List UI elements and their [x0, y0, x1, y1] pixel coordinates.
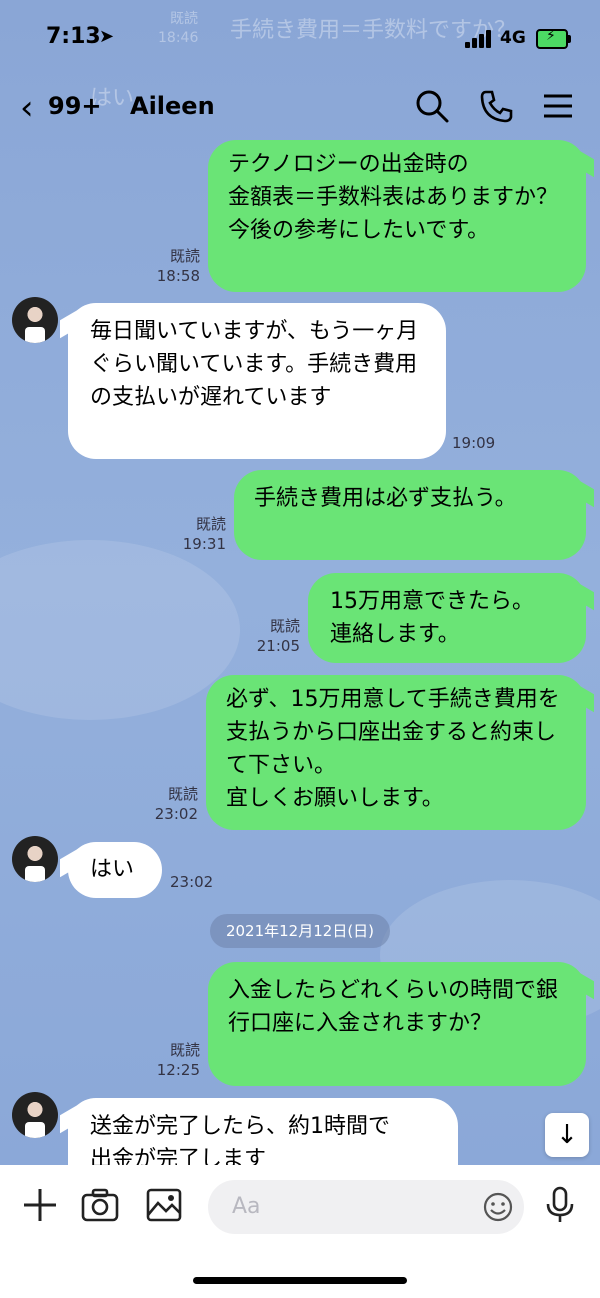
search-icon[interactable]: [414, 88, 450, 124]
message-meta: 既読 12:25: [140, 1040, 200, 1080]
menu-icon[interactable]: [540, 88, 576, 124]
status-time: 7:13: [46, 24, 101, 49]
home-indicator: [193, 1277, 407, 1284]
message-line: 15万用意できたら。: [330, 589, 534, 614]
message-line: テクノロジーの出金時の: [228, 152, 469, 177]
scroll-down-button[interactable]: ↓: [545, 1113, 589, 1157]
message-time: 19:09: [452, 434, 496, 452]
read-receipt: 既読: [195, 515, 226, 533]
outgoing-message-bubble[interactable]: 入金したらどれくらいの時間で銀行口座に入金されますか？: [208, 962, 586, 1086]
outgoing-message-bubble[interactable]: 15万用意できたら。 連絡します。: [308, 573, 586, 663]
unread-count[interactable]: 99+: [48, 92, 102, 120]
message-input[interactable]: Aa: [208, 1180, 524, 1234]
image-icon[interactable]: [144, 1185, 184, 1225]
contact-avatar[interactable]: [12, 1092, 58, 1138]
incoming-message-bubble[interactable]: はい: [68, 842, 162, 898]
message-meta: 既読 21:05: [240, 616, 300, 656]
message-line: 連絡します。: [330, 622, 460, 647]
contact-avatar[interactable]: [12, 297, 58, 343]
message-line: 金額表＝手数料表はありますか？: [228, 185, 559, 210]
arrow-down-icon: ↓: [556, 1120, 578, 1150]
message-line: 必ず、15万用意して手続き費用を支払うから口座出金すると約束して下さい。: [226, 687, 560, 778]
signal-icon: [465, 30, 493, 48]
microphone-icon[interactable]: [540, 1185, 580, 1225]
message-text: 毎日聞いていますが、もう一ヶ月ぐらい聞いています。手続き費用の支払いが遅れていま…: [90, 319, 419, 410]
message-time: 19:31: [182, 535, 226, 553]
battery-icon: ⚡: [536, 28, 571, 49]
read-receipt: 既読: [167, 785, 198, 803]
outgoing-message-bubble[interactable]: テクノロジーの出金時の 金額表＝手数料表はありますか？ 今後の参考にしたいです。: [208, 140, 586, 292]
message-time: 23:02: [154, 805, 198, 823]
incoming-message-bubble[interactable]: 送金が完了したら、約1時間で 出金が完了します: [68, 1098, 458, 1165]
message-line: 送金が完了したら、約1時間で: [90, 1114, 390, 1139]
outgoing-message-bubble[interactable]: 手続き費用は必ず支払う。: [234, 470, 586, 560]
message-meta: 既読 23:02: [138, 784, 198, 824]
message-time: 21:05: [256, 637, 300, 655]
message-meta: 既読 19:31: [166, 514, 226, 554]
message-line: 今後の参考にしたいです。: [228, 218, 490, 243]
contact-name[interactable]: Aileen: [130, 92, 215, 120]
composer-bar: Aa: [0, 1165, 600, 1298]
back-chevron-icon[interactable]: ‹: [20, 88, 34, 128]
message-line: はい: [90, 857, 135, 882]
message-line: 宜しくお願いします。: [226, 786, 444, 811]
cloud-decoration: [0, 540, 240, 720]
emoji-icon[interactable]: [482, 1191, 514, 1223]
clipped-area: 送金が完了したら、約1時間で 出金が完了します: [60, 1095, 480, 1165]
read-receipt: 既読: [169, 1041, 200, 1059]
contact-avatar[interactable]: [12, 836, 58, 882]
message-meta: 既読 18:58: [140, 246, 200, 286]
read-receipt: 既読: [269, 617, 300, 635]
incoming-message-bubble[interactable]: 毎日聞いていますが、もう一ヶ月ぐらい聞いています。手続き費用の支払いが遅れていま…: [68, 303, 446, 459]
network-label: 4G: [500, 28, 526, 48]
message-text: 入金したらどれくらいの時間で銀行口座に入金されますか？: [228, 978, 559, 1036]
read-receipt: 既読: [169, 247, 200, 265]
phone-icon[interactable]: [478, 88, 514, 124]
date-separator: 2021年12月12日(日): [210, 914, 390, 948]
message-time: 12:25: [156, 1061, 200, 1079]
message-time: 18:58: [156, 267, 200, 285]
message-time: 23:02: [170, 873, 214, 891]
message-line: 手続き費用は必ず支払う。: [254, 486, 517, 511]
location-arrow-icon: ➤: [99, 26, 115, 47]
outgoing-message-bubble[interactable]: 必ず、15万用意して手続き費用を支払うから口座出金すると約束して下さい。 宜しく…: [206, 675, 586, 830]
camera-icon[interactable]: [80, 1185, 120, 1225]
message-line: 出金が完了します: [90, 1147, 267, 1165]
plus-icon[interactable]: [20, 1185, 60, 1225]
chat-header: ‹ 99+ Aileen: [0, 70, 600, 140]
status-bar: 7:13 ➤ 4G ⚡: [0, 0, 600, 70]
input-placeholder: Aa: [232, 1194, 261, 1219]
